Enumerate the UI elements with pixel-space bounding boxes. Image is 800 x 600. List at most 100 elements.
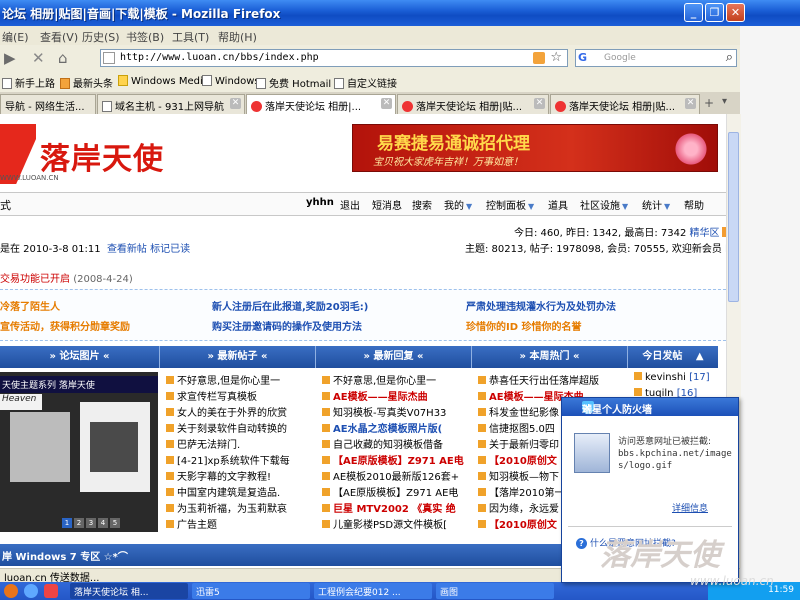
list-item[interactable]: 不好意思,但是你心里一	[166, 372, 314, 387]
view-new-posts-link[interactable]: 查看新帖	[107, 244, 147, 255]
menu-view[interactable]: 查看(V)	[40, 29, 78, 45]
pager-1[interactable]: 1	[62, 518, 72, 528]
site-icon	[402, 101, 413, 112]
announcement-link[interactable]: 宣传活动，获得积分勋章奖励	[0, 318, 130, 333]
tab[interactable]: 落岸天使论坛 相册|贴... ✕	[550, 94, 700, 114]
list-item[interactable]: 关于刻录软件自动转换的	[166, 420, 314, 435]
popup-header: 瑞星个人防火墙 ✕	[562, 398, 738, 416]
list-item[interactable]: 儿童影楼PSD源文件模板[	[322, 516, 470, 531]
new-tab-icon[interactable]: +	[704, 96, 714, 110]
list-item[interactable]: 知羽模板-写真类V07H33	[322, 404, 470, 419]
list-item[interactable]: 【AE原版模板】Z971 AE电	[322, 484, 470, 499]
list-item[interactable]: [4-21]xp系统软件下载每	[166, 452, 314, 467]
site-logo[interactable]: 落岸天使	[40, 134, 164, 178]
firefox-icon[interactable]	[4, 584, 18, 598]
app-icon[interactable]	[44, 584, 58, 598]
address-bar[interactable]: http://www.luoan.cn/bbs/index.php ☆	[100, 49, 568, 67]
address-url[interactable]: http://www.luoan.cn/bbs/index.php	[120, 52, 319, 63]
menu-help[interactable]: 帮助(H)	[218, 29, 257, 45]
scrollbar-thumb[interactable]	[728, 132, 739, 302]
bookmark-item[interactable]: 免费 Hotmail	[256, 75, 331, 90]
list-item[interactable]: 中国室内建筑是复造品.	[166, 484, 314, 499]
list-item[interactable]: AE模板——星际杰曲	[322, 388, 470, 403]
list-item[interactable]: 求宣传栏写真模板	[166, 388, 314, 403]
tab-list-icon[interactable]: ▾	[722, 96, 727, 107]
search-icon[interactable]: ⌕	[726, 50, 733, 65]
nav-props[interactable]: 道具	[548, 197, 568, 212]
taskbar-button-paint[interactable]: 画图	[436, 583, 554, 599]
stop-icon[interactable]: ✕	[32, 49, 45, 67]
list-item[interactable]: 广告主题	[166, 516, 314, 531]
mark-read-link[interactable]: 标记已读	[150, 244, 190, 255]
home-icon[interactable]: ⌂	[58, 49, 68, 67]
bookmark-item[interactable]: 新手上路	[2, 75, 55, 90]
bookmark-item[interactable]: 最新头条	[60, 75, 113, 90]
list-item[interactable]: 巨星 MTV2002 《真实 绝	[322, 500, 470, 515]
nav-messages[interactable]: 短消息	[372, 197, 402, 212]
close-icon[interactable]: ✕	[582, 401, 734, 415]
close-tab-icon[interactable]: ✕	[381, 98, 392, 109]
notice-link[interactable]: 交易功能已开启	[0, 274, 70, 285]
announcement-link[interactable]: 冷落了陌生人	[0, 298, 60, 313]
pager-5[interactable]: 5	[110, 518, 120, 528]
nav-stats[interactable]: 统计 ▼	[642, 197, 670, 212]
minimize-button[interactable]: _	[684, 3, 703, 22]
announcement-link[interactable]: 购买注册邀请码的操作及使用方法	[212, 318, 362, 333]
announcement-link[interactable]: 新人注册后在此报道,奖励20羽毛:)	[212, 298, 368, 313]
list-item[interactable]: 自己收藏的知羽模板借备	[322, 436, 470, 451]
tab[interactable]: 导航 - 网络生活...	[0, 94, 96, 114]
list-item[interactable]: AE模板2010最新版126套+	[322, 468, 470, 483]
banner-ad[interactable]: 易赛捷易通诚招代理 宝贝祝大家虎年吉祥！万事如意！	[352, 124, 718, 172]
pager-4[interactable]: 4	[98, 518, 108, 528]
nav-search[interactable]: 搜索	[412, 197, 432, 212]
list-item[interactable]: 恭喜任天行出任落岸超版	[478, 372, 626, 387]
chevron-down-icon: ▼	[528, 202, 535, 211]
taskbar-button-document[interactable]: 工程例会纪要012 ...	[314, 583, 432, 599]
list-item[interactable]: 【AE原版模板】Z971 AE电	[322, 452, 470, 467]
list-item[interactable]: 天影字幕的文字教程!	[166, 468, 314, 483]
list-item[interactable]: 巴萨无法辩门.	[166, 436, 314, 451]
list-item[interactable]: AE水晶之恋模板照片版(	[322, 420, 470, 435]
pager-3[interactable]: 3	[86, 518, 96, 528]
menu-edit[interactable]: 编(E)	[2, 29, 29, 45]
nav-username[interactable]: yhhn	[306, 197, 334, 208]
nav-my[interactable]: 我的 ▼	[444, 197, 472, 212]
menu-tools[interactable]: 工具(T)	[172, 29, 209, 45]
forum-photo-slideshow[interactable]: 天使主题系列 落岸天使 Heaven 12345	[0, 372, 158, 532]
announcement-link[interactable]: 珍惜你的ID 珍惜你的名誉	[466, 318, 582, 333]
close-tab-icon[interactable]: ✕	[230, 98, 241, 109]
maximize-button[interactable]: ❐	[705, 3, 724, 22]
bookmark-star-icon[interactable]: ☆	[550, 50, 562, 65]
announcement-link[interactable]: 严肃处理违规灌水行为及处罚办法	[466, 298, 616, 313]
taskbar-button-firefox[interactable]: 落岸天使论坛 相...	[70, 583, 188, 599]
nav-logout[interactable]: 退出	[340, 197, 360, 212]
menu-history[interactable]: 历史(S)	[82, 29, 120, 45]
tab[interactable]: 域名主机 - 931上网导航 ✕	[97, 94, 245, 114]
nav-control-panel[interactable]: 控制面板 ▼	[486, 197, 534, 212]
close-tab-icon[interactable]: ✕	[534, 98, 545, 109]
close-window-button[interactable]: ✕	[726, 3, 745, 22]
forward-icon[interactable]: ▶	[4, 49, 16, 67]
ie-icon[interactable]	[24, 584, 38, 598]
bookmark-item[interactable]: Windows	[202, 75, 260, 87]
list-item[interactable]: kevinshi [17]	[634, 372, 718, 387]
notice-line: 交易功能已开启 (2008-4-24)	[0, 274, 133, 285]
taskbar-button-xunlei[interactable]: 迅雷5	[192, 583, 310, 599]
rss-icon[interactable]	[533, 52, 545, 64]
menu-bookmarks[interactable]: 书签(B)	[126, 29, 164, 45]
list-item[interactable]: 为玉莉祈福，为玉莉默哀	[166, 500, 314, 515]
details-link[interactable]: 详细信息	[672, 501, 708, 514]
list-item[interactable]: 不好意思,但是你心里一	[322, 372, 470, 387]
nav-help[interactable]: 帮助	[684, 197, 704, 212]
tab[interactable]: 落岸天使论坛 相册|贴... ✕	[397, 94, 549, 114]
pager-2[interactable]: 2	[74, 518, 84, 528]
close-tab-icon[interactable]: ✕	[685, 98, 696, 109]
search-box[interactable]: G Google ⌕	[575, 49, 737, 67]
list-item[interactable]: 女人的美在于外界的欣赏	[166, 404, 314, 419]
nav-community[interactable]: 社区设施 ▼	[580, 197, 628, 212]
bookmark-item[interactable]: Windows Media	[118, 75, 209, 87]
google-icon[interactable]: G	[578, 51, 587, 64]
bookmark-item[interactable]: 自定义链接	[334, 75, 397, 90]
tab-active[interactable]: 落岸天使论坛 相册|... ✕	[246, 94, 396, 115]
digest-link[interactable]: 精华区	[690, 228, 720, 239]
